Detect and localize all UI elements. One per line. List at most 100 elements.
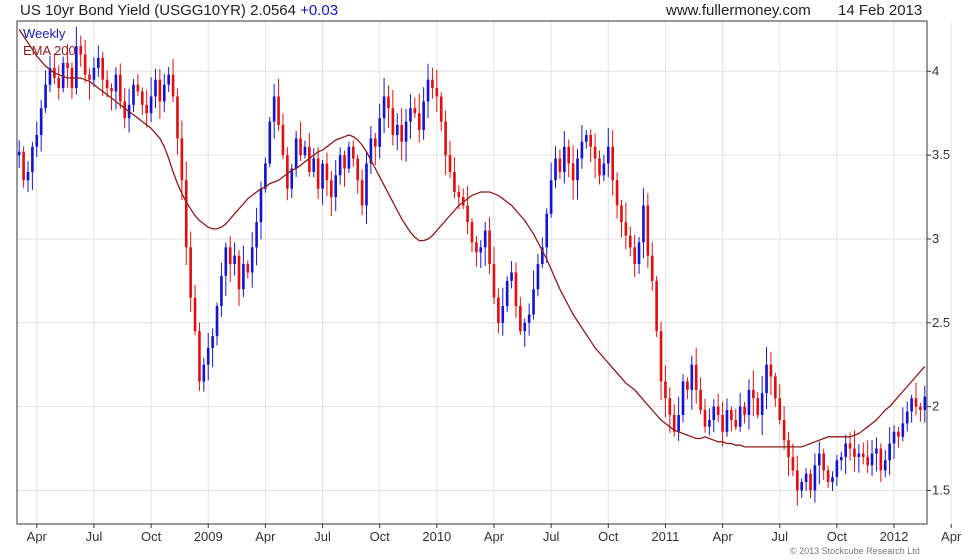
candle-body (343, 155, 346, 169)
candle-body (158, 79, 162, 102)
candle-body (154, 79, 157, 97)
copyright-text: © 2013 Stockcube Research Ltd (790, 546, 920, 556)
candle-body (677, 415, 680, 432)
x-tick-label: 2011 (651, 529, 679, 544)
candle-body (35, 135, 39, 147)
candle-body (378, 118, 381, 147)
y-tick-label: 1.5 (932, 482, 950, 497)
candle-body (853, 448, 856, 457)
candle-body (88, 74, 91, 80)
candle-body (905, 411, 909, 424)
candle-body (848, 443, 852, 449)
x-tick-label: Apr (255, 529, 276, 544)
candle-body (637, 242, 641, 265)
candle-body (774, 376, 777, 399)
candle-body (721, 415, 724, 432)
candle-body (479, 247, 483, 253)
candle-body (563, 146, 566, 172)
legend-ema-200: EMA 200 (23, 43, 76, 58)
candle-body (650, 255, 654, 281)
candle-body (813, 465, 817, 491)
candle-body (646, 205, 650, 256)
candle-body (668, 398, 672, 416)
candle-body (422, 101, 425, 130)
y-tick-label: 4 (932, 63, 939, 78)
candle-body (417, 113, 421, 130)
candle-body (382, 96, 386, 119)
candle-body (611, 146, 614, 181)
candle-body (140, 91, 144, 105)
candle-body (782, 420, 786, 441)
candle-body (136, 84, 140, 92)
candle-body (277, 96, 280, 125)
candle-body (589, 135, 593, 147)
candle-body (184, 180, 188, 248)
candle-body (123, 101, 127, 119)
candle-body (176, 96, 179, 139)
candle-body (193, 297, 197, 332)
candle-body (681, 381, 685, 416)
candle-body (294, 138, 298, 169)
candle-body (497, 297, 500, 323)
candle-body (57, 78, 61, 89)
candle-body (686, 381, 689, 390)
candle-body (554, 158, 557, 181)
candle-body (747, 389, 751, 416)
candle-body (259, 188, 263, 223)
candle-body (211, 336, 214, 348)
candle-body (360, 180, 364, 206)
candle-body (519, 306, 522, 332)
candle-body (527, 314, 531, 323)
candle-body (488, 230, 491, 265)
candle-body (404, 121, 408, 142)
candlestick-chart: 1.522.533.54 Apr Jul Oct 2009 Apr Jul Oct 2010 A… (16, 20, 962, 544)
candle-body (919, 406, 922, 410)
candle-body (228, 247, 232, 265)
candle-body (523, 322, 527, 332)
y-tick-label: 3 (932, 231, 939, 246)
candles-layer (17, 26, 927, 506)
candle-body (83, 54, 87, 75)
candle-body (716, 406, 720, 416)
candle-body (703, 409, 707, 427)
x-tick-label: Oct (827, 529, 848, 544)
candle-body (897, 431, 900, 437)
candle-body (866, 456, 869, 466)
candle-body (800, 482, 804, 491)
candle-body (101, 57, 105, 80)
y-tick-label: 2 (932, 399, 939, 414)
candle-body (571, 163, 575, 181)
candle-body (431, 79, 434, 89)
x-tick-label: Oct (141, 529, 162, 544)
x-tick-label: Jul (86, 529, 103, 544)
candle-body (576, 158, 579, 181)
candle-body (356, 158, 360, 181)
candle-body (835, 460, 839, 478)
candle-body (215, 306, 219, 337)
candle-body (92, 67, 96, 80)
candle-body (44, 84, 47, 109)
candle-body (844, 443, 847, 457)
candle-body (299, 138, 302, 156)
candle-body (448, 155, 452, 172)
candle-body (105, 79, 109, 89)
candle-body (615, 180, 619, 206)
candle-body (628, 235, 632, 248)
candle-body (699, 389, 702, 410)
x-tick-label: Apr (712, 529, 733, 544)
candle-body (791, 456, 795, 471)
candle-body (901, 423, 905, 437)
candle-body (545, 213, 549, 248)
candle-body (439, 96, 443, 122)
x-tick-label: Apr (484, 529, 505, 544)
candle-body (914, 398, 918, 407)
candle-body (778, 398, 782, 421)
candle-body (312, 158, 316, 172)
candle-body (809, 473, 812, 491)
candle-body (286, 155, 289, 189)
candle-body (31, 146, 34, 172)
candle-body (321, 163, 324, 189)
candle-body (198, 331, 201, 382)
candle-body (492, 264, 496, 298)
candle-body (281, 124, 285, 156)
